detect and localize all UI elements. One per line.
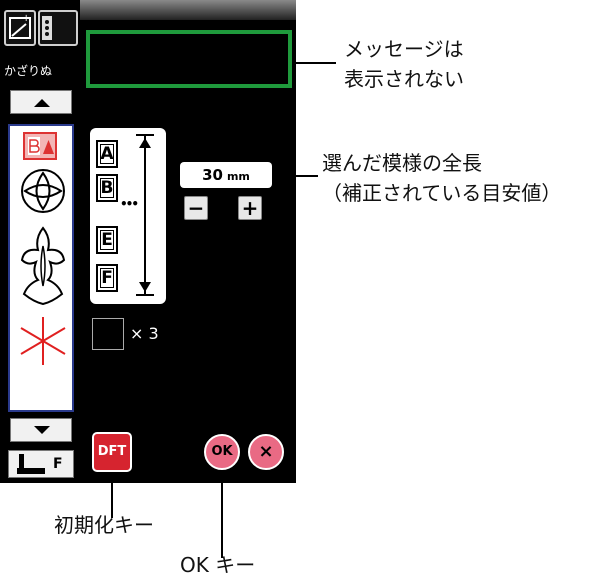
callout-line-message bbox=[292, 62, 336, 64]
default-reset-button[interactable]: DFT bbox=[92, 432, 132, 472]
callout-length: 選んだ模様の全長 （補正されている目安値） bbox=[322, 148, 561, 208]
callout-message-line1: メッセージは bbox=[344, 37, 464, 61]
length-value: 30 bbox=[202, 166, 223, 184]
ok-button[interactable]: OK bbox=[204, 434, 240, 470]
callout-length-line1: 選んだ模様の全長 bbox=[322, 151, 482, 175]
length-unit: mm bbox=[226, 170, 250, 183]
pattern-item-4-selected[interactable] bbox=[16, 314, 70, 372]
length-dimension-cap-bottom bbox=[136, 294, 154, 296]
callout-dft: 初期化キー bbox=[54, 513, 154, 537]
increase-length-button[interactable]: + bbox=[238, 196, 262, 220]
length-dimension-line bbox=[144, 136, 146, 294]
pattern-sequence-box: A B ••• E F bbox=[90, 128, 166, 304]
memory-icon[interactable] bbox=[38, 10, 78, 46]
callout-line-ok bbox=[221, 470, 223, 558]
repeat-checkbox[interactable] bbox=[92, 318, 124, 350]
sequence-letter-e: E bbox=[96, 226, 118, 254]
decrease-length-button[interactable]: − bbox=[184, 196, 208, 220]
length-display: 30 mm bbox=[180, 162, 272, 188]
pattern-item-3[interactable] bbox=[18, 226, 68, 310]
scroll-up-button[interactable] bbox=[10, 90, 72, 114]
presser-foot-button[interactable]: F bbox=[8, 450, 74, 478]
panel-title-bar bbox=[80, 0, 296, 20]
pattern-item-1[interactable] bbox=[23, 132, 57, 166]
presser-foot-icon bbox=[17, 454, 45, 474]
close-button[interactable]: × bbox=[248, 434, 284, 470]
sequence-letter-b: B bbox=[96, 174, 118, 202]
foot-letter: F bbox=[53, 456, 63, 472]
svg-text:+: + bbox=[22, 13, 30, 24]
pattern-list bbox=[8, 124, 74, 412]
sequence-letter-a: A bbox=[96, 140, 118, 168]
scroll-down-button[interactable] bbox=[10, 418, 72, 442]
pattern-sidebar: + かざりぬ F bbox=[0, 0, 80, 483]
callout-length-line2: （補正されている目安値） bbox=[322, 181, 562, 205]
edit-panel: A B ••• E F 30 mm − + × 3 DFT OK × bbox=[80, 0, 296, 483]
length-dimension-arrow-bottom bbox=[139, 282, 151, 292]
repeat-count-label: × 3 bbox=[130, 324, 159, 343]
edit-pattern-icon[interactable]: + bbox=[4, 10, 36, 46]
callout-line-length bbox=[272, 175, 318, 177]
sequence-ellipsis: ••• bbox=[120, 197, 139, 211]
callout-message-line2: 表示されない bbox=[344, 67, 464, 91]
message-area bbox=[86, 30, 292, 88]
sequence-letter-f: F bbox=[96, 264, 118, 292]
callout-ok: OK キー bbox=[180, 553, 256, 577]
category-label: かざりぬ bbox=[4, 64, 53, 78]
pattern-item-2[interactable] bbox=[18, 166, 68, 220]
callout-message: メッセージは 表示されない bbox=[344, 34, 464, 94]
